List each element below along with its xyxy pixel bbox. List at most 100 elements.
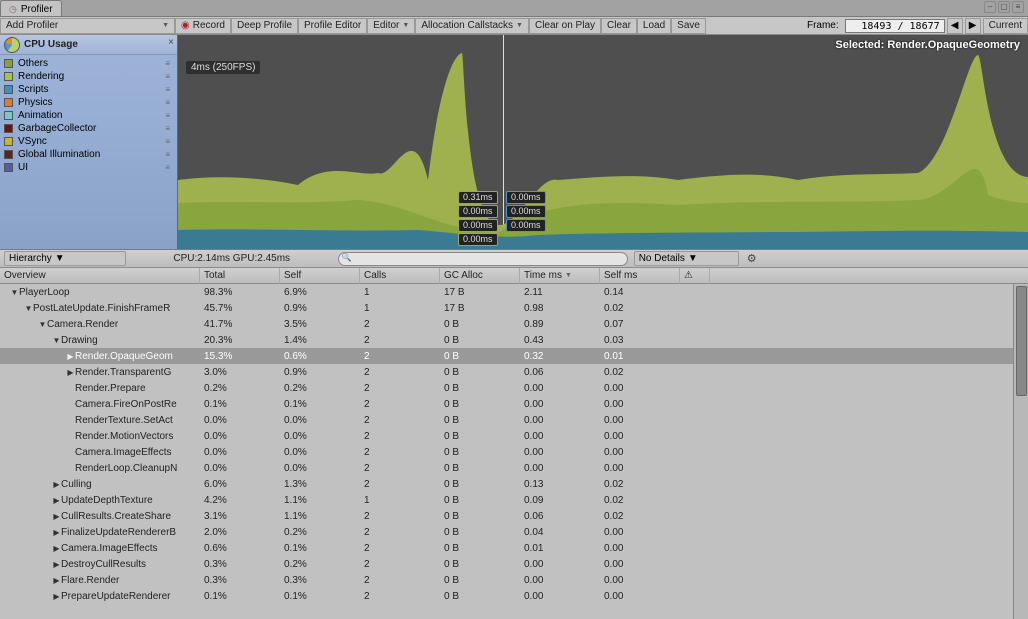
legend-item-global-illumination[interactable]: Global Illumination ≡ <box>4 148 173 161</box>
table-row[interactable]: ▼Drawing20.3%1.4%20 B0.430.03 <box>0 332 1028 348</box>
gear-icon[interactable]: ⚙ <box>745 252 759 265</box>
table-row[interactable]: ▶CullResults.CreateShare3.1%1.1%20 B0.06… <box>0 508 1028 524</box>
drag-handle-icon[interactable]: ≡ <box>165 72 169 81</box>
table-row[interactable]: Camera.FireOnPostRe0.1%0.1%20 B0.000.00 <box>0 396 1028 412</box>
drag-handle-icon[interactable]: ≡ <box>165 59 169 68</box>
drag-handle-icon[interactable]: ≡ <box>165 111 169 120</box>
profiler-graph[interactable]: Selected: Render.OpaqueGeometry 4ms (250… <box>178 35 1028 249</box>
table-row[interactable]: ▶Render.OpaqueGeom15.3%0.6%20 B0.320.01 <box>0 348 1028 364</box>
swatch-icon <box>4 98 13 107</box>
row-gcalloc: 0 B <box>440 380 520 396</box>
col-overview[interactable]: Overview <box>0 268 200 284</box>
foldout-icon[interactable]: ▶ <box>52 560 61 569</box>
table-row[interactable]: ▶PrepareUpdateRenderer0.1%0.1%20 B0.000.… <box>0 588 1028 604</box>
table-row[interactable]: ▶DestroyCullResults0.3%0.2%20 B0.000.00 <box>0 556 1028 572</box>
row-selfms: 0.00 <box>600 428 680 444</box>
foldout-icon[interactable]: ▶ <box>52 544 61 553</box>
profile-editor-button[interactable]: Profile Editor <box>298 18 367 34</box>
legend-label: Global Illumination <box>18 149 100 160</box>
table-row[interactable]: RenderTexture.SetAct0.0%0.0%20 B0.000.00 <box>0 412 1028 428</box>
table-row[interactable]: ▼Camera.Render41.7%3.5%20 B0.890.07 <box>0 316 1028 332</box>
legend-item-ui[interactable]: UI ≡ <box>4 161 173 174</box>
foldout-icon[interactable]: ▶ <box>52 496 61 505</box>
load-button[interactable]: Load <box>637 18 671 34</box>
drag-handle-icon[interactable]: ≡ <box>165 85 169 94</box>
table-row[interactable]: ▶FinalizeUpdateRendererB2.0%0.2%20 B0.04… <box>0 524 1028 540</box>
window-menu-icon[interactable]: ≡ <box>1012 1 1024 13</box>
foldout-icon[interactable]: ▶ <box>52 512 61 521</box>
editor-dropdown[interactable]: Editor▼ <box>367 18 415 34</box>
col-calls[interactable]: Calls <box>360 268 440 284</box>
table-row[interactable]: ▼PostLateUpdate.FinishFrameR45.7%0.9%117… <box>0 300 1028 316</box>
foldout-icon[interactable]: ▶ <box>66 352 75 361</box>
search-input[interactable] <box>338 252 628 266</box>
drag-handle-icon[interactable]: ≡ <box>165 98 169 107</box>
drag-handle-icon[interactable]: ≡ <box>165 150 169 159</box>
foldout-icon[interactable]: ▶ <box>52 592 61 601</box>
row-calls: 2 <box>360 524 440 540</box>
legend-label: Animation <box>18 110 62 121</box>
legend-item-vsync[interactable]: VSync≡ <box>4 135 173 148</box>
row-selfms: 0.00 <box>600 524 680 540</box>
prev-frame-button[interactable]: ◀ <box>947 18 963 34</box>
col-selfms[interactable]: Self ms <box>600 268 680 284</box>
add-profiler-button[interactable]: Add Profiler▼ <box>0 18 175 34</box>
legend-item-others[interactable]: Others≡ <box>4 57 173 70</box>
col-warning[interactable]: ⚠ <box>680 268 710 284</box>
row-selfms: 0.00 <box>600 412 680 428</box>
foldout-icon[interactable]: ▼ <box>24 304 33 313</box>
foldout-icon[interactable]: ▶ <box>66 368 75 377</box>
record-button[interactable]: ◉Record <box>175 18 231 34</box>
row-total: 0.0% <box>200 460 280 476</box>
drag-handle-icon[interactable]: ≡ <box>165 124 169 133</box>
legend-item-animation[interactable]: Animation ≡ <box>4 109 173 122</box>
clear-button[interactable]: Clear <box>601 18 637 34</box>
table-row[interactable]: ▶Camera.ImageEffects0.6%0.1%20 B0.010.00 <box>0 540 1028 556</box>
deep-profile-button[interactable]: Deep Profile <box>231 18 298 34</box>
foldout-icon[interactable]: ▶ <box>52 480 61 489</box>
next-frame-button[interactable]: ▶ <box>965 18 981 34</box>
table-row[interactable]: ▶Flare.Render0.3%0.3%20 B0.000.00 <box>0 572 1028 588</box>
window-min-icon[interactable]: – <box>984 1 996 13</box>
drag-handle-icon[interactable]: ≡ <box>165 137 169 146</box>
legend-item-rendering[interactable]: Rendering≡ <box>4 70 173 83</box>
legend-item-physics[interactable]: Physics≡ <box>4 96 173 109</box>
row-calls: 2 <box>360 588 440 604</box>
table-row[interactable]: Render.Prepare0.2%0.2%20 B0.000.00 <box>0 380 1028 396</box>
table-row[interactable]: ▶Render.TransparentG3.0%0.9%20 B0.060.02 <box>0 364 1028 380</box>
hierarchy-dropdown[interactable]: Hierarchy▼ <box>4 251 126 266</box>
foldout-icon[interactable]: ▶ <box>52 576 61 585</box>
table-row[interactable]: ▶Culling6.0%1.3%20 B0.130.02 <box>0 476 1028 492</box>
save-button[interactable]: Save <box>671 18 706 34</box>
table-row[interactable]: RenderLoop.CleanupN0.0%0.0%20 B0.000.00 <box>0 460 1028 476</box>
current-button[interactable]: Current <box>983 18 1028 34</box>
table-row[interactable]: ▼PlayerLoop98.3%6.9%117 B2.110.14 <box>0 284 1028 300</box>
allocation-callstacks-dropdown[interactable]: Allocation Callstacks▼ <box>415 18 529 34</box>
legend-item-scripts[interactable]: Scripts≡ <box>4 83 173 96</box>
window-max-icon[interactable]: ▢ <box>998 1 1010 13</box>
table-row[interactable]: Render.MotionVectors0.0%0.0%20 B0.000.00 <box>0 428 1028 444</box>
col-timems[interactable]: Time ms <box>520 268 600 284</box>
vertical-scrollbar[interactable] <box>1013 284 1028 619</box>
drag-handle-icon[interactable]: ≡ <box>165 163 169 172</box>
clear-on-play-button[interactable]: Clear on Play <box>529 18 601 34</box>
foldout-icon[interactable]: ▼ <box>38 320 47 329</box>
foldout-icon[interactable]: ▼ <box>10 288 19 297</box>
legend-item-garbagecollector[interactable]: GarbageCollector≡ <box>4 122 173 135</box>
legend-label: UI <box>18 162 28 173</box>
row-self: 0.6% <box>280 348 360 364</box>
foldout-icon[interactable]: ▼ <box>52 336 61 345</box>
row-name: UpdateDepthTexture <box>61 495 153 506</box>
row-calls: 2 <box>360 444 440 460</box>
profiler-tab[interactable]: ◷Profiler <box>0 0 62 16</box>
row-gcalloc: 0 B <box>440 364 520 380</box>
details-dropdown[interactable]: No Details▼ <box>634 251 739 266</box>
table-row[interactable]: Camera.ImageEffects0.0%0.0%20 B0.000.00 <box>0 444 1028 460</box>
col-self[interactable]: Self <box>280 268 360 284</box>
close-icon[interactable]: × <box>168 37 174 48</box>
col-total[interactable]: Total <box>200 268 280 284</box>
foldout-icon[interactable]: ▶ <box>52 528 61 537</box>
row-total: 0.1% <box>200 588 280 604</box>
table-row[interactable]: ▶UpdateDepthTexture4.2%1.1%10 B0.090.02 <box>0 492 1028 508</box>
col-gcalloc[interactable]: GC Alloc <box>440 268 520 284</box>
